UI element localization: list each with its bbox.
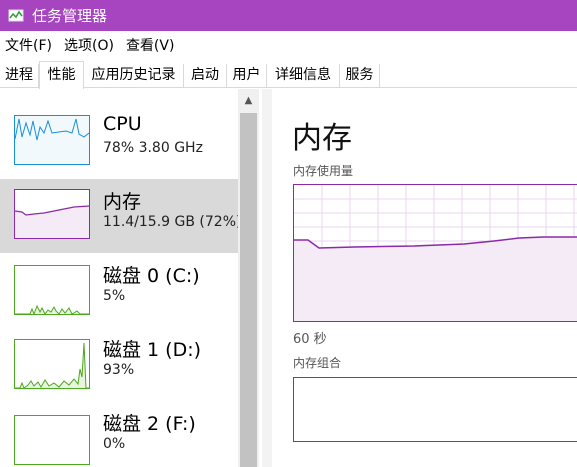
- menu-bar: 文件(F) 选项(O) 查看(V): [0, 31, 577, 59]
- scroll-up-arrow-icon[interactable]: ▲: [238, 89, 259, 111]
- sidebar-item-disk-1[interactable]: 磁盘 1 (D:) 93%: [0, 327, 238, 401]
- sidebar-item-value: 11.4/15.9 GB (72%): [103, 214, 242, 230]
- cpu-thumbnail-graph: [14, 115, 90, 165]
- memory-usage-graph: [293, 184, 577, 322]
- menu-options[interactable]: 选项(O): [59, 35, 121, 55]
- tab-startup[interactable]: 启动: [184, 64, 227, 88]
- tab-services[interactable]: 服务: [340, 64, 380, 88]
- menu-view[interactable]: 查看(V): [121, 35, 182, 55]
- sidebar-item-value: 93%: [103, 362, 135, 378]
- page-title: 内存: [292, 121, 352, 156]
- sidebar-item-label: CPU: [103, 113, 142, 135]
- sidebar-item-value: 78% 3.80 GHz: [103, 140, 203, 156]
- composition-graph-label: 内存组合: [293, 356, 342, 370]
- menu-file[interactable]: 文件(F): [0, 35, 59, 55]
- memory-composition-graph: [293, 377, 577, 442]
- sidebar-item-value: 0%: [103, 436, 126, 452]
- tab-details[interactable]: 详细信息: [267, 64, 340, 88]
- sidebar-item-cpu[interactable]: CPU 78% 3.80 GHz: [0, 105, 238, 179]
- disk-2-thumbnail-graph: [14, 415, 90, 465]
- sidebar-scrollbar[interactable]: ▲: [238, 89, 259, 467]
- panel-splitter[interactable]: [262, 89, 272, 467]
- sidebar-item-disk-2[interactable]: 磁盘 2 (F:) 0%: [0, 401, 238, 467]
- sidebar-item-label: 磁盘 0 (C:): [103, 265, 200, 287]
- time-axis-label: 60 秒: [293, 332, 327, 347]
- memory-thumbnail-graph: [14, 189, 90, 239]
- tab-bar: 进程 性能 应用历史记录 启动 用户 详细信息 服务: [0, 59, 577, 89]
- usage-graph-label: 内存使用量: [293, 164, 354, 178]
- disk-0-thumbnail-graph: [14, 265, 90, 315]
- sidebar-item-disk-0[interactable]: 磁盘 0 (C:) 5%: [0, 253, 238, 327]
- sidebar-item-memory[interactable]: 内存 11.4/15.9 GB (72%): [0, 179, 242, 253]
- window-title: 任务管理器: [32, 7, 108, 25]
- tab-app-history[interactable]: 应用历史记录: [84, 64, 184, 88]
- sidebar-item-label: 磁盘 1 (D:): [103, 339, 202, 361]
- sidebar-item-value: 5%: [103, 288, 126, 304]
- sidebar-item-label: 内存: [103, 191, 142, 213]
- performance-sidebar: CPU 78% 3.80 GHz 内存 11.4/15.9 GB (72%) 磁…: [0, 89, 260, 467]
- memory-detail-panel: 内存 内存使用量 60 秒 内存组合: [272, 89, 577, 467]
- scroll-thumb[interactable]: [240, 113, 257, 467]
- tab-users[interactable]: 用户: [227, 64, 267, 88]
- disk-1-thumbnail-graph: [14, 339, 90, 389]
- sidebar-item-label: 磁盘 2 (F:): [103, 413, 196, 435]
- task-manager-icon: [8, 9, 24, 21]
- tab-performance[interactable]: 性能: [39, 61, 84, 89]
- title-bar[interactable]: 任务管理器: [0, 0, 577, 31]
- tab-processes[interactable]: 进程: [0, 64, 39, 88]
